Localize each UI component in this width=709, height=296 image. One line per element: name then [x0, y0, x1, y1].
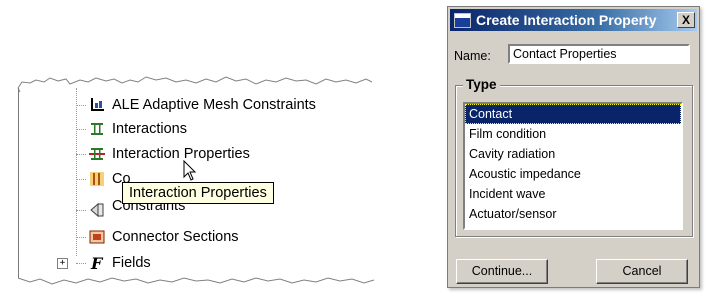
tree-connector: [76, 104, 86, 106]
tree-item-label: Interactions: [112, 121, 187, 137]
tree-item-label: ALE Adaptive Mesh Constraints: [112, 97, 316, 113]
tooltip: Interaction Properties: [122, 182, 274, 204]
create-interaction-property-dialog: Create Interaction Property X Name: Type…: [447, 6, 700, 288]
contact-control-icon: [90, 172, 104, 186]
tree-item-interaction-properties[interactable]: Interaction Properties: [76, 143, 250, 165]
tree-item-fields[interactable]: F Fields: [76, 252, 151, 274]
close-button[interactable]: X: [677, 12, 695, 28]
tree-item-interactions[interactable]: Interactions: [76, 118, 187, 140]
type-option-contact[interactable]: Contact: [465, 104, 681, 124]
ale-constraint-icon: [91, 98, 104, 111]
tree-connector: [76, 128, 86, 130]
type-option-acoustic-impedance[interactable]: Acoustic impedance: [465, 164, 681, 184]
name-label: Name:: [454, 49, 491, 63]
tree-connector: [76, 153, 86, 155]
model-tree-snippet: ALE Adaptive Mesh Constraints Interactio…: [0, 0, 400, 296]
type-option-cavity-radiation[interactable]: Cavity radiation: [465, 144, 681, 164]
type-option-actuator-sensor[interactable]: Actuator/sensor: [465, 204, 681, 224]
continue-button[interactable]: Continue...: [456, 259, 548, 284]
window-icon: [454, 12, 471, 28]
interaction-property-icon: [89, 148, 105, 160]
tree-item-ale-adaptive-mesh-constraints[interactable]: ALE Adaptive Mesh Constraints: [76, 94, 316, 116]
tree-left-edge: [18, 88, 19, 278]
tree-item-connector-sections[interactable]: Connector Sections: [76, 226, 239, 248]
tree-connector: [76, 178, 86, 180]
connector-section-icon: [89, 230, 105, 244]
type-option-film-condition[interactable]: Film condition: [465, 124, 681, 144]
tree-item-label: Connector Sections: [112, 229, 239, 245]
dialog-title: Create Interaction Property: [476, 12, 657, 28]
dialog-titlebar[interactable]: Create Interaction Property X: [450, 9, 697, 31]
type-group-title: Type: [463, 77, 500, 92]
tree-connector: [76, 262, 86, 264]
mouse-cursor-icon: [183, 160, 197, 181]
tree-item-label: Fields: [112, 255, 151, 271]
tree-connector: [76, 209, 86, 211]
expand-fields-button[interactable]: +: [57, 258, 68, 269]
tree-item-label: Interaction Properties: [112, 146, 250, 162]
svg-text:F: F: [90, 254, 104, 272]
name-input[interactable]: [508, 44, 690, 64]
field-icon: F: [90, 254, 104, 272]
type-option-incident-wave[interactable]: Incident wave: [465, 184, 681, 204]
cancel-button[interactable]: Cancel: [596, 259, 688, 284]
type-listbox[interactable]: Contact Film condition Cavity radiation …: [463, 102, 683, 230]
interaction-icon: [91, 123, 103, 135]
tree-connector: [76, 236, 86, 238]
constraint-icon: [90, 202, 104, 218]
